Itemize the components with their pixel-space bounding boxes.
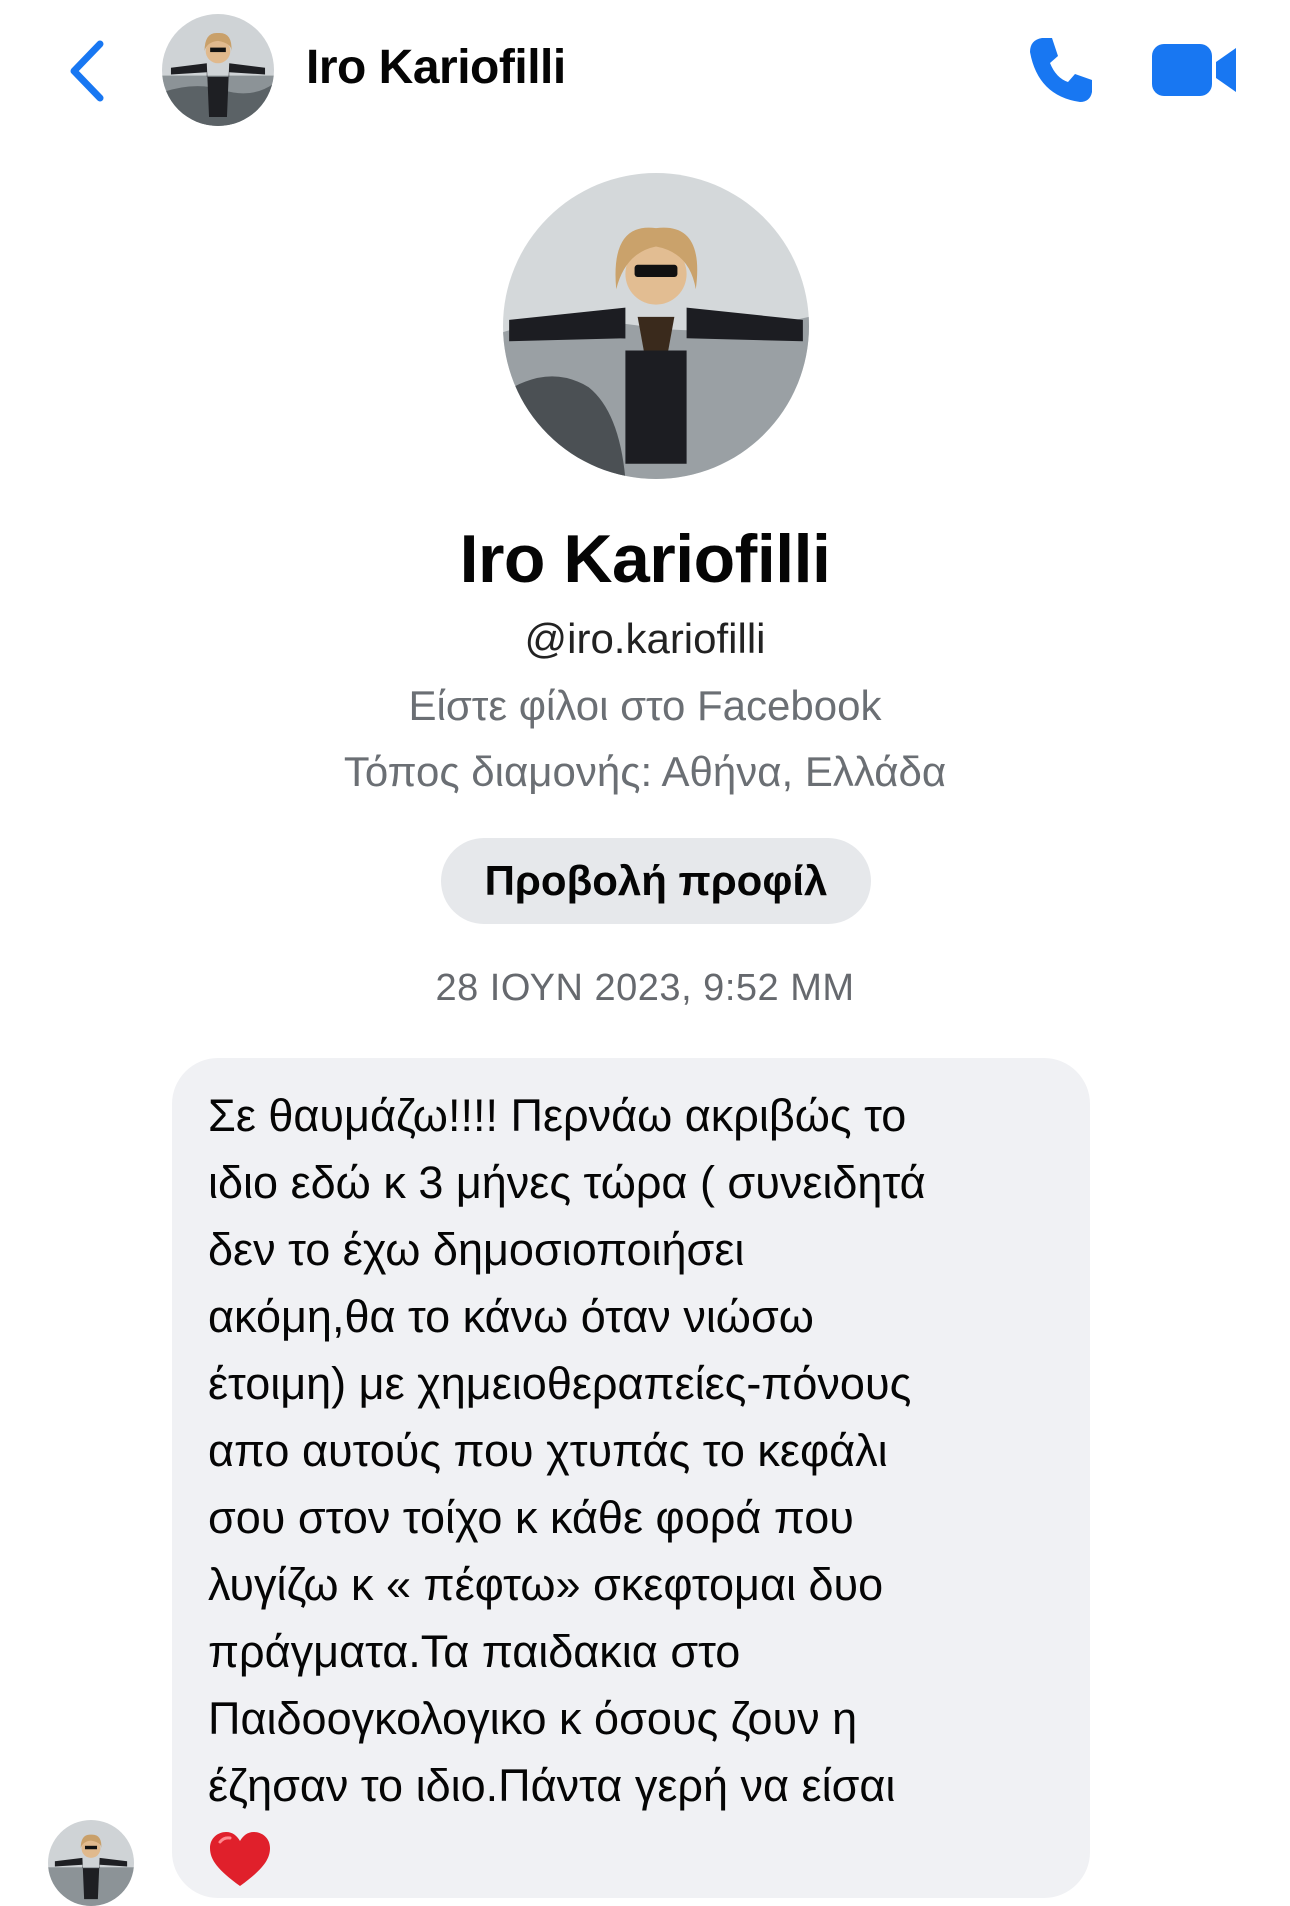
message-line: ακόμη,θα το κάνω όταν νιώσω [208, 1291, 814, 1342]
profile-name: Iro Kariofilli [459, 521, 831, 597]
message-line: Παιδοογκολογικο κ όσους ζουν η [208, 1693, 858, 1744]
video-camera-icon [1152, 44, 1236, 96]
message-line: πράγματα.Τα παιδακια στο [208, 1626, 741, 1677]
back-button[interactable] [62, 36, 118, 106]
audio-call-button[interactable] [1020, 30, 1100, 110]
message-text: Σε θαυμάζω!!!! Περνάω ακριβώς το ιδιο εδ… [208, 1082, 1068, 1819]
header-avatar[interactable] [162, 14, 274, 126]
message-line: σου στον τοίχο κ κάθε φορά που [208, 1492, 854, 1543]
chat-header: Iro Kariofilli [0, 0, 1290, 140]
phone-icon [1030, 38, 1092, 102]
message-line: απο αυτούς που χτυπάς το κεφάλι [208, 1425, 888, 1476]
message-line: έζησαν το ιδιο.Πάντα γερή να είσαι [208, 1760, 896, 1811]
profile-photo-icon [503, 173, 809, 479]
message-line: ιδιο εδώ κ 3 μήνες τώρα ( συνειδητά [208, 1157, 926, 1208]
profile-avatar[interactable] [503, 173, 809, 479]
message-bubble[interactable]: Σε θαυμάζω!!!! Περνάω ακριβώς το ιδιο εδ… [172, 1058, 1090, 1898]
friendship-status: Είστε φίλοι στο Facebook [408, 682, 882, 729]
avatar-photo-icon [162, 14, 274, 126]
sender-photo-icon [48, 1820, 134, 1906]
message-line: δεν το έχω δημοσιοποιήσει [208, 1224, 745, 1275]
location-info: Τόπος διαμονής: Αθήνα, Ελλάδα [343, 748, 947, 795]
profile-username: @iro.kariofilli [524, 615, 766, 662]
message-line: έτοιμη) με χημειοθεραπείες-πόνους [208, 1358, 912, 1409]
video-call-button[interactable] [1150, 38, 1240, 102]
message-line: Σε θαυμάζω!!!! Περνάω ακριβώς το [208, 1090, 907, 1141]
message-line: λυγίζω κ « πέφτω» σκεφτομαι δυο [208, 1559, 884, 1610]
message-timestamp: 28 ΙΟΥΝ 2023, 9:52 ΜΜ [435, 967, 855, 1009]
red-heart-icon [210, 1832, 270, 1886]
view-profile-button[interactable]: Προβολή προφίλ [441, 838, 871, 924]
chevron-left-icon [70, 40, 104, 102]
sender-avatar[interactable] [48, 1820, 134, 1906]
header-contact-name[interactable]: Iro Kariofilli [306, 40, 566, 95]
